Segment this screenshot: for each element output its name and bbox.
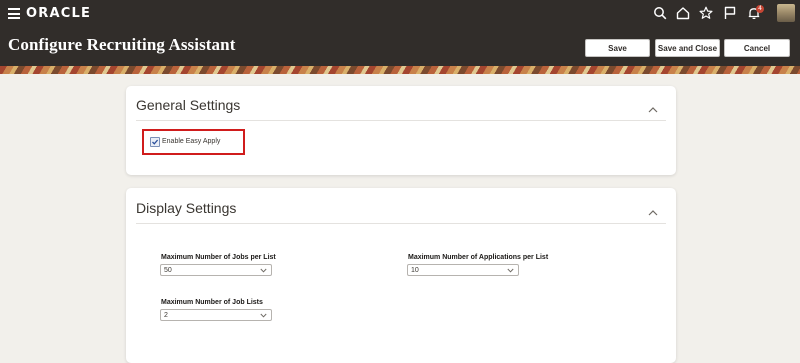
- enable-easy-apply-checkbox[interactable]: [150, 137, 160, 147]
- enable-easy-apply-label: Enable Easy Apply: [162, 138, 221, 145]
- flag-icon[interactable]: [723, 6, 737, 20]
- save-button[interactable]: Save: [585, 39, 650, 57]
- user-avatar[interactable]: [777, 4, 795, 22]
- save-and-close-button[interactable]: Save and Close: [655, 39, 720, 57]
- notification-badge: 4: [756, 5, 764, 13]
- max-applications-per-list-value: 10: [411, 267, 419, 274]
- display-settings-title: Display Settings: [136, 200, 237, 216]
- home-icon[interactable]: [676, 6, 690, 20]
- general-settings-title: General Settings: [136, 97, 241, 113]
- collapse-chevron-icon[interactable]: [648, 100, 658, 113]
- max-job-lists-select[interactable]: 2: [160, 309, 272, 321]
- search-icon[interactable]: [653, 6, 667, 20]
- page-title: Configure Recruiting Assistant: [8, 35, 236, 54]
- max-job-lists-label: Maximum Number of Job Lists: [161, 299, 263, 306]
- section-divider: [136, 223, 666, 224]
- max-jobs-per-list-select[interactable]: 50: [160, 264, 272, 276]
- chevron-down-icon: [260, 313, 267, 318]
- decorative-banner: [0, 66, 800, 74]
- chevron-down-icon: [260, 268, 267, 273]
- max-applications-per-list-select[interactable]: 10: [407, 264, 519, 276]
- chevron-down-icon: [507, 268, 514, 273]
- section-divider: [136, 120, 666, 121]
- star-icon[interactable]: [699, 6, 713, 20]
- menu-icon[interactable]: [8, 8, 20, 19]
- max-applications-per-list-label: Maximum Number of Applications per List: [408, 254, 549, 261]
- cancel-button[interactable]: Cancel: [724, 39, 790, 57]
- max-job-lists-value: 2: [164, 312, 168, 319]
- oracle-logo[interactable]: ORACLE: [26, 6, 91, 21]
- collapse-chevron-icon[interactable]: [648, 203, 658, 216]
- max-jobs-per-list-value: 50: [164, 267, 172, 274]
- max-jobs-per-list-label: Maximum Number of Jobs per List: [161, 254, 276, 261]
